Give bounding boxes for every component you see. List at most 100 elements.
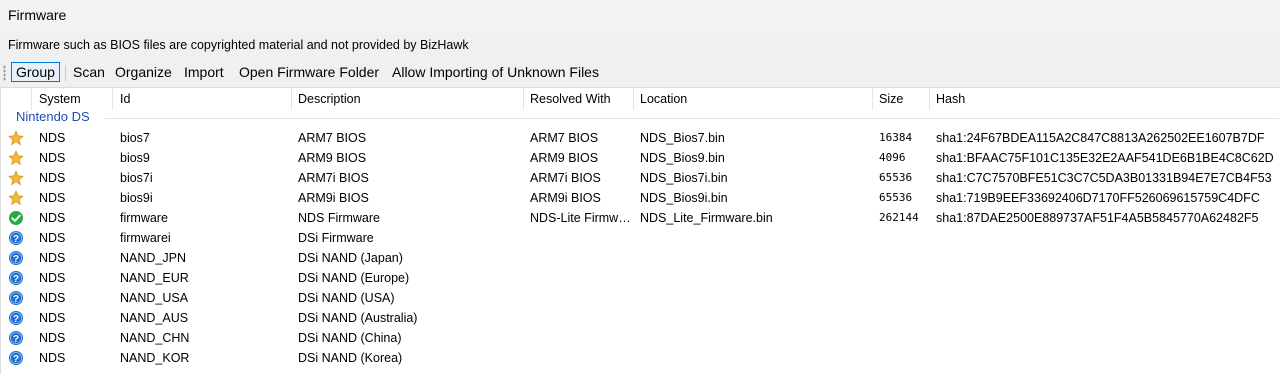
list-header: System Id Description Resolved With Loca… <box>1 88 1280 110</box>
cell-location <box>640 348 865 368</box>
cell-size: 262144 <box>879 211 919 224</box>
table-row[interactable]: NDS bios9i ARM9i BIOS ARM9i BIOS NDS_Bios9i.… <box>1 188 1280 208</box>
header-divider[interactable] <box>112 88 113 110</box>
question-icon: ? <box>8 310 24 326</box>
window-title: Firmware <box>8 7 67 23</box>
cell-description: DSi Firmware <box>298 231 374 245</box>
cell-id: NAND_USA <box>120 291 189 305</box>
cell-hash: sha1:87DAE2500E889737AF51F4A5B5845770A62… <box>936 211 1259 225</box>
header-divider[interactable] <box>31 88 32 110</box>
header-divider[interactable] <box>291 88 292 110</box>
table-row[interactable]: ? NDS NAND_EUR DSi NAND (Europe) <box>1 268 1280 288</box>
svg-text:?: ? <box>13 233 19 245</box>
column-header-hash[interactable]: Hash <box>936 88 965 110</box>
cell-description: NDS Firmware <box>298 211 380 225</box>
cell-location <box>640 288 865 308</box>
cell-location <box>640 248 865 268</box>
cell-description: DSi NAND (Australia) <box>298 311 418 325</box>
cell-location: NDS_Bios9.bin <box>640 151 725 165</box>
cell-location <box>640 268 865 288</box>
cell-location <box>640 308 865 328</box>
table-row[interactable]: ? NDS NAND_AUS DSi NAND (Australia) <box>1 308 1280 328</box>
cell-system: NDS <box>39 311 66 325</box>
cell-id: firmwarei <box>120 231 171 245</box>
cell-hash: sha1:24F67BDEA115A2C847C8813A262502EE160… <box>936 131 1265 145</box>
cell-resolved-with <box>530 248 630 268</box>
cell-location <box>640 228 865 248</box>
cell-id: bios7 <box>120 131 150 145</box>
cell-location: NDS_Bios7.bin <box>640 131 725 145</box>
cell-id: NAND_KOR <box>120 351 190 365</box>
column-header-size[interactable]: Size <box>879 88 903 110</box>
cell-location: NDS_Bios7i.bin <box>640 171 728 185</box>
question-icon: ? <box>8 290 24 306</box>
import-button[interactable]: Import <box>180 62 228 82</box>
table-row[interactable]: ? NDS NAND_USA DSi NAND (USA) <box>1 288 1280 308</box>
cell-system: NDS <box>39 291 66 305</box>
cell-system: NDS <box>39 171 66 185</box>
header-divider[interactable] <box>633 88 634 110</box>
cell-resolved-with: ARM7i BIOS <box>530 171 601 185</box>
cell-id: NAND_JPN <box>120 251 186 265</box>
cell-resolved-with: ARM9 BIOS <box>530 151 599 165</box>
star-icon <box>8 130 24 146</box>
header-divider[interactable] <box>929 88 930 110</box>
allow-unknown-import-button[interactable]: Allow Importing of Unknown Files <box>388 62 603 82</box>
cell-system: NDS <box>39 231 66 245</box>
table-row[interactable]: NDS firmware NDS Firmware NDS-Lite Firmw… ND… <box>1 208 1280 228</box>
header-divider[interactable] <box>872 88 873 110</box>
header-divider[interactable] <box>523 88 524 110</box>
cell-resolved-with <box>530 268 630 288</box>
cell-system: NDS <box>39 271 66 285</box>
cell-location: NDS_Bios9i.bin <box>640 191 728 205</box>
cell-resolved-with <box>530 308 630 328</box>
question-icon: ? <box>8 230 24 246</box>
table-row[interactable]: ? NDS NAND_JPN DSi NAND (Japan) <box>1 248 1280 268</box>
svg-text:?: ? <box>13 313 19 325</box>
group-header-nintendo-ds[interactable]: Nintendo DS <box>1 109 1280 127</box>
svg-text:?: ? <box>13 253 19 265</box>
cell-resolved-with: ARM9i BIOS <box>530 191 601 205</box>
cell-location <box>640 328 865 348</box>
firmware-list[interactable]: System Id Description Resolved With Loca… <box>0 88 1280 374</box>
table-row[interactable]: NDS bios7i ARM7i BIOS ARM7i BIOS NDS_Bios7i.… <box>1 168 1280 188</box>
group-divider <box>105 118 1279 119</box>
star-icon <box>8 150 24 166</box>
cell-description: DSi NAND (Korea) <box>298 351 403 365</box>
cell-system: NDS <box>39 151 66 165</box>
question-icon: ? <box>8 250 24 266</box>
cell-id: NAND_EUR <box>120 271 189 285</box>
table-row[interactable]: ? NDS firmwarei DSi Firmware <box>1 228 1280 248</box>
cell-resolved-with: NDS-Lite Firmw… <box>530 211 630 225</box>
cell-system: NDS <box>39 211 66 225</box>
open-firmware-folder-button[interactable]: Open Firmware Folder <box>235 62 383 82</box>
svg-text:?: ? <box>13 293 19 305</box>
table-row[interactable]: ? NDS NAND_KOR DSi NAND (Korea) <box>1 348 1280 368</box>
scan-button[interactable]: Scan <box>69 62 109 82</box>
check-icon <box>8 210 24 226</box>
cell-hash: sha1:BFAAC75F101C135E32E2AAF541DE6B1BE4C… <box>936 151 1274 165</box>
cell-resolved-with <box>530 328 630 348</box>
group-button[interactable]: Group <box>11 62 60 82</box>
cell-resolved-with <box>530 228 630 248</box>
column-header-resolved-with[interactable]: Resolved With <box>530 88 611 110</box>
cell-location: NDS_Lite_Firmware.bin <box>640 211 773 225</box>
table-row[interactable]: NDS bios7 ARM7 BIOS ARM7 BIOS NDS_Bios7.bin 1… <box>1 128 1280 148</box>
cell-id: bios7i <box>120 171 153 185</box>
table-row[interactable]: NDS bios9 ARM9 BIOS ARM9 BIOS NDS_Bios9.bin 4… <box>1 148 1280 168</box>
cell-resolved-with <box>530 348 630 368</box>
column-header-id[interactable]: Id <box>120 88 130 110</box>
toolbar: Group Scan Organize Import Open Firmware… <box>0 59 1280 88</box>
svg-text:?: ? <box>13 273 19 285</box>
window-titlebar: Firmware <box>0 0 1280 31</box>
cell-system: NDS <box>39 191 66 205</box>
toolbar-separator <box>65 65 66 81</box>
star-icon <box>8 190 24 206</box>
table-row[interactable]: ? NDS NAND_CHN DSi NAND (China) <box>1 328 1280 348</box>
organize-button[interactable]: Organize <box>111 62 176 82</box>
cell-description: ARM7 BIOS <box>298 131 367 145</box>
column-header-system[interactable]: System <box>39 88 81 110</box>
column-header-location[interactable]: Location <box>640 88 687 110</box>
toolbar-grip[interactable] <box>3 65 6 81</box>
column-header-description[interactable]: Description <box>298 88 361 110</box>
